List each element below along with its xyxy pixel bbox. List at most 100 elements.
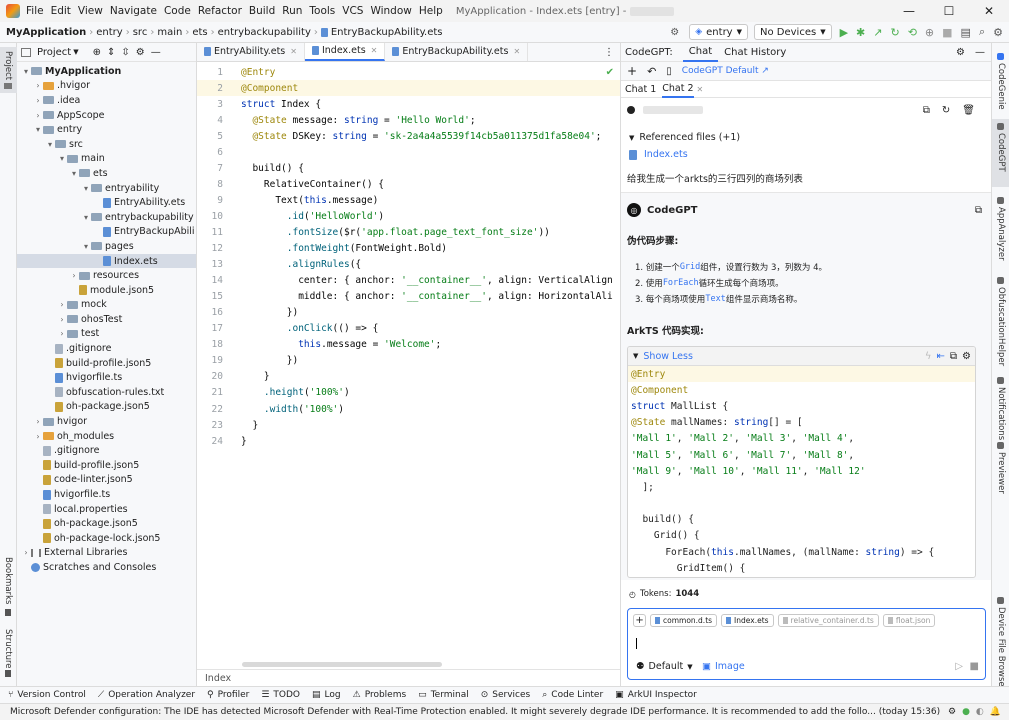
tree-row[interactable]: .gitignore [17, 341, 196, 356]
tree-row[interactable]: › oh_modules [17, 429, 196, 444]
settings-icon[interactable]: ⚙ [962, 351, 971, 362]
attach-icon[interactable]: ⊕ [925, 26, 934, 39]
run-config-select[interactable]: ◈ entry ▼ [689, 24, 748, 40]
tree-row[interactable]: build-profile.json5 [17, 458, 196, 473]
tree-row[interactable]: ▾ entry [17, 122, 196, 137]
menu-item-view[interactable]: View [78, 5, 103, 17]
tree-row[interactable]: local.properties [17, 502, 196, 517]
chevron-right-icon[interactable]: › [57, 300, 67, 309]
chevron-right-icon[interactable]: › [57, 329, 67, 338]
stop-icon[interactable]: ■ [942, 26, 952, 39]
close-tab-icon[interactable]: ✕ [290, 47, 297, 56]
menu-item-edit[interactable]: Edit [51, 5, 71, 17]
chevron-down-icon[interactable]: ▾ [45, 140, 55, 149]
editor-breadcrumb[interactable]: Index [205, 673, 231, 684]
chevron-down-icon[interactable]: ▾ [69, 169, 79, 178]
tool-log[interactable]: ▤ Log [312, 690, 341, 700]
tab-chat-history[interactable]: Chat History [718, 47, 792, 58]
tree-row[interactable]: ▾ entryability [17, 181, 196, 196]
minimize-button[interactable]: — [889, 4, 929, 18]
context-chip[interactable]: common.d.ts [650, 614, 718, 627]
tree-row[interactable]: › mock [17, 298, 196, 313]
tree-row[interactable]: ▾ entrybackupability [17, 210, 196, 225]
tool-notifications[interactable]: Notifications [992, 373, 1009, 440]
tree-row[interactable]: › External Libraries [17, 546, 196, 561]
insert-icon[interactable]: ⇤ [937, 351, 945, 362]
tree-row[interactable]: oh-package.json5 [17, 516, 196, 531]
tab-entrybackupability-ets[interactable]: EntryBackupAbility.ets ✕ [385, 43, 529, 61]
copy-icon[interactable]: ⧉ [975, 205, 982, 216]
settings-icon[interactable]: ⚙ [993, 26, 1003, 39]
chevron-down-icon[interactable]: ▾ [33, 125, 43, 134]
referenced-file-link[interactable]: Index.ets [629, 149, 688, 160]
tool-previewer[interactable]: Previewer [992, 438, 1009, 498]
code-area[interactable]: 1 @Entry 2 @Component 3 struct Index {4 @Stat… [197, 64, 620, 449]
refresh-icon[interactable]: ↻ [942, 105, 950, 116]
menu-item-tools[interactable]: Tools [309, 5, 335, 17]
context-chip[interactable]: relative_container.d.ts [777, 614, 879, 627]
undo-icon[interactable]: ↶ [647, 65, 656, 78]
tree-row[interactable]: code-linter.json5 [17, 473, 196, 488]
chevron-right-icon[interactable]: › [33, 417, 43, 426]
tree-row[interactable]: hvigorfile.ts [17, 370, 196, 385]
tree-row[interactable]: › test [17, 327, 196, 342]
model-select[interactable]: ⚉ Default ▼ [636, 661, 693, 672]
tab-chat-2[interactable]: Chat 2 [662, 81, 694, 98]
run-icon[interactable]: ▶ [840, 26, 848, 39]
tree-row[interactable]: EntryBackupAbili [17, 225, 196, 240]
gear-icon[interactable]: ⚙ [956, 47, 965, 58]
menu-item-navigate[interactable]: Navigate [110, 5, 157, 17]
tab-index-ets[interactable]: Index.ets ✕ [304, 43, 386, 61]
tree-row[interactable]: ▾ pages [17, 239, 196, 254]
tree-row[interactable]: build-profile.json5 [17, 356, 196, 371]
chevron-right-icon[interactable]: › [69, 271, 79, 280]
collapse-all-icon[interactable]: ⇳ [121, 47, 129, 58]
tree-row[interactable]: EntryAbility.ets [17, 195, 196, 210]
status-message[interactable]: Microsoft Defender configuration: The ID… [10, 707, 940, 717]
settings-gear-icon[interactable]: ⚙ [670, 27, 679, 38]
tool-operation-analyzer[interactable]: ⟋ Operation Analyzer [98, 690, 195, 700]
tree-row[interactable]: ▾ ets [17, 166, 196, 181]
tool-code-linter[interactable]: ⌕ Code Linter [542, 690, 603, 700]
expand-all-icon[interactable]: ⇕ [107, 47, 115, 58]
more-tabs-icon[interactable]: ⋮ [604, 47, 614, 58]
debug-icon[interactable]: ✱ [856, 26, 865, 39]
new-chat-icon[interactable]: + [627, 64, 637, 78]
breadcrumb-item[interactable]: ets [192, 27, 207, 38]
stop-icon[interactable]: ■ [970, 661, 979, 672]
tool-arkui-inspector[interactable]: ▣ ArkUI Inspector [615, 690, 697, 700]
menu-item-vcs[interactable]: VCS [342, 5, 363, 17]
tab-entryability-ets[interactable]: EntryAbility.ets ✕ [197, 43, 305, 61]
gear-icon[interactable]: ⚙ [948, 707, 956, 717]
menu-item-code[interactable]: Code [164, 5, 191, 17]
menu-item-help[interactable]: Help [419, 5, 443, 17]
tree-row[interactable]: › .hvigor [17, 79, 196, 94]
tree-row[interactable]: ▾ MyApplication [17, 64, 196, 79]
breadcrumb-item[interactable]: EntryBackupAbility.ets [331, 27, 443, 38]
tree-row[interactable]: oh-package-lock.json5 [17, 531, 196, 546]
chevron-down-icon[interactable]: ▾ [81, 184, 91, 193]
code-block-content[interactable]: @Entry @Component struct MallList { @State… [628, 366, 975, 576]
breadcrumb-item[interactable]: src [133, 27, 148, 38]
tool-obfuscationhelper[interactable]: ObfuscationHelper [992, 273, 1009, 366]
tab-chat[interactable]: Chat [682, 43, 719, 62]
chevron-right-icon[interactable]: › [33, 432, 43, 441]
tab-chat-1[interactable]: Chat 1 [625, 84, 656, 95]
chevron-right-icon[interactable]: › [21, 548, 31, 557]
model-default-link[interactable]: CodeGPT Default ↗ [682, 66, 769, 76]
chevron-right-icon[interactable]: › [33, 96, 43, 105]
tree-row[interactable]: › resources [17, 268, 196, 283]
copy-icon[interactable]: ⧉ [923, 105, 930, 116]
chevron-down-icon[interactable]: ▾ [57, 154, 67, 163]
chevron-right-icon[interactable]: › [33, 81, 43, 90]
menu-item-refactor[interactable]: Refactor [198, 5, 242, 17]
breadcrumb-item[interactable]: entry [96, 27, 122, 38]
tool-codegpt[interactable]: CodeGPT [992, 119, 1009, 187]
close-tab-icon[interactable]: ✕ [371, 46, 378, 55]
project-view-select[interactable]: Project [37, 47, 71, 58]
tree-row[interactable]: .gitignore [17, 443, 196, 458]
prompt-input-box[interactable]: + common.d.ts Index.ets relative_container.… [627, 608, 986, 680]
tree-row[interactable]: › ohosTest [17, 312, 196, 327]
breadcrumb-item[interactable]: entrybackupability [218, 27, 311, 38]
send-icon[interactable]: ▷ [955, 661, 963, 672]
